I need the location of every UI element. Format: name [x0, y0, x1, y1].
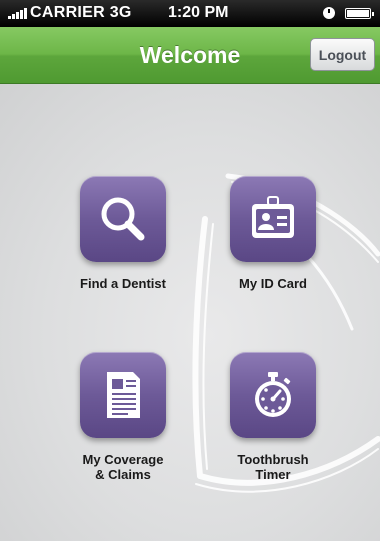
tile-label-timer-line2: Timer: [255, 467, 291, 482]
toothbrush-timer-button[interactable]: [230, 352, 316, 438]
battery-icon: [345, 8, 374, 19]
logout-button[interactable]: Logout: [310, 38, 375, 71]
carrier-label: CARRIER 3G: [30, 4, 132, 21]
id-card-icon: [252, 196, 294, 238]
id-card-button[interactable]: [230, 176, 316, 262]
tile-label-coverage-claims: My Coverage & Claims: [64, 452, 182, 482]
status-bar: CARRIER 3G 1:20 PM: [0, 0, 380, 27]
home-content: Find a Dentist My ID Card My Coverage & …: [0, 84, 380, 541]
stopwatch-icon: [255, 372, 291, 417]
my-id-card-tile[interactable]: My ID Card: [214, 176, 332, 291]
find-a-dentist-tile[interactable]: Find a Dentist: [64, 176, 182, 291]
alarm-clock-icon: [323, 7, 335, 19]
coverage-claims-tile[interactable]: My Coverage & Claims: [64, 352, 182, 482]
tile-label-coverage-line2: & Claims: [95, 467, 151, 482]
signal-strength-icon: [8, 7, 27, 19]
document-icon: [107, 372, 140, 418]
status-time: 1:20 PM: [168, 4, 229, 21]
find-dentist-button[interactable]: [80, 176, 166, 262]
tile-label-toothbrush-timer: Toothbrush Timer: [214, 452, 332, 482]
tile-label-coverage-line1: My Coverage: [82, 452, 164, 467]
coverage-claims-button[interactable]: [80, 352, 166, 438]
magnifier-icon: [101, 197, 145, 241]
toothbrush-timer-tile[interactable]: Toothbrush Timer: [214, 352, 332, 482]
tile-label-timer-line1: Toothbrush: [237, 452, 309, 467]
tile-label-find-dentist: Find a Dentist: [80, 276, 166, 291]
tile-label-id-card: My ID Card: [239, 276, 307, 291]
navigation-bar: Welcome Logout: [0, 27, 380, 84]
